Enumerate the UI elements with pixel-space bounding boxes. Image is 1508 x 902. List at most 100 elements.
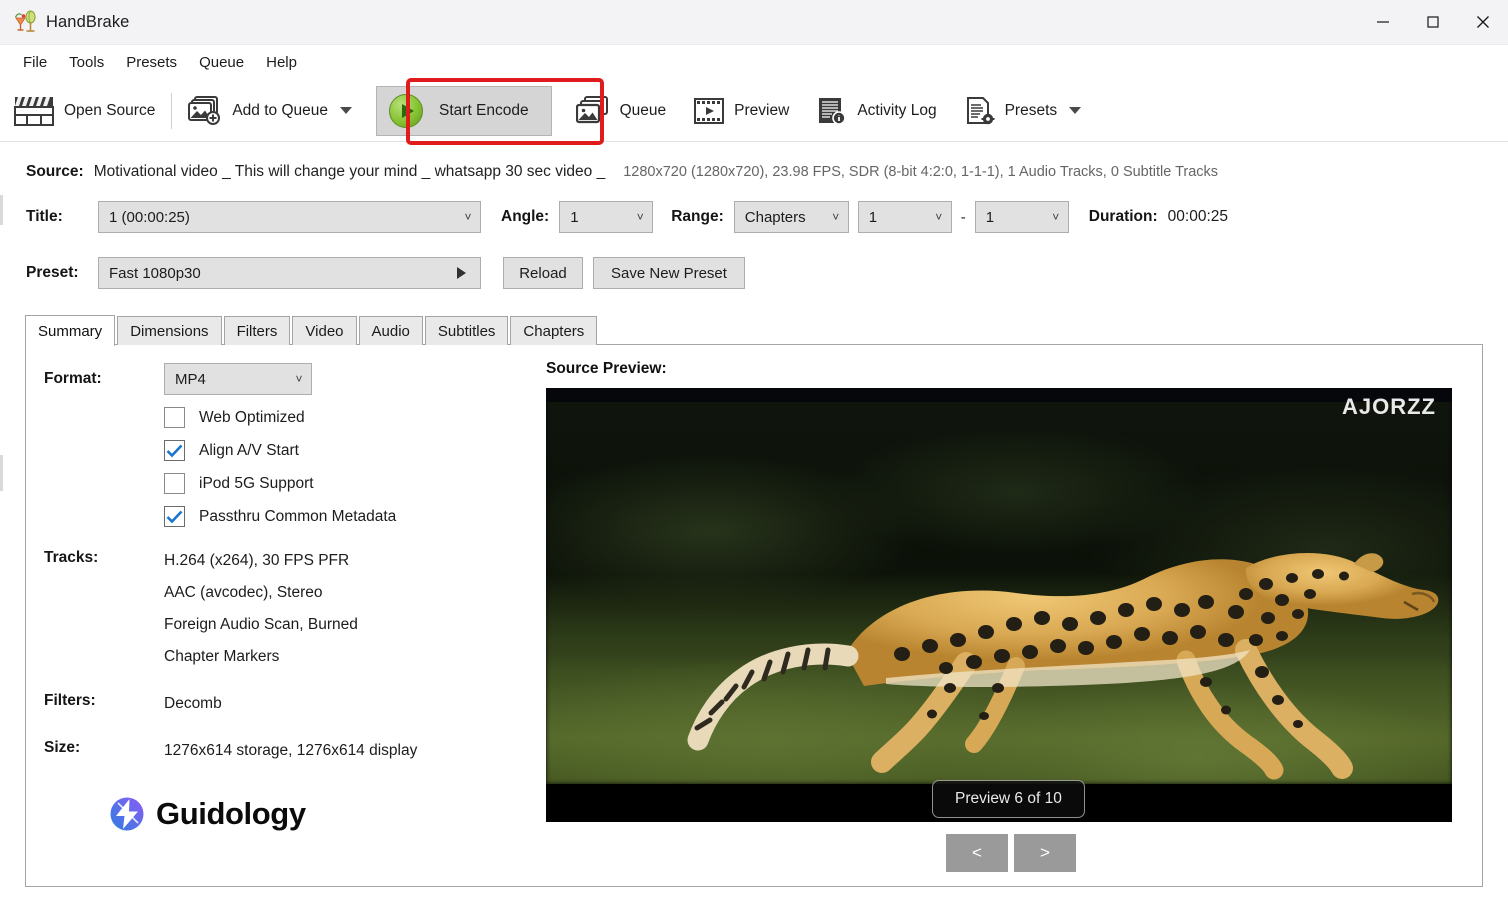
size-block: Size: 1276x614 storage, 1276x614 display (44, 735, 504, 769)
start-encode-button[interactable]: Start Encode (376, 85, 552, 136)
maximize-button[interactable] (1408, 0, 1458, 45)
chevron-down-icon[interactable] (340, 107, 353, 114)
save-new-preset-label: Save New Preset (611, 264, 727, 282)
preview-button[interactable]: Preview (684, 87, 799, 135)
start-encode-label: Start Encode (439, 101, 529, 119)
window-title: HandBrake (46, 12, 130, 31)
size-values: 1276x614 storage, 1276x614 display (164, 735, 417, 767)
minimize-button[interactable] (1358, 0, 1408, 45)
tab-video[interactable]: Video (292, 316, 357, 345)
track-audio: AAC (avcodec), Stereo (164, 584, 323, 601)
web-optimized-checkbox[interactable] (164, 407, 185, 428)
range-start-select[interactable]: 1 ˅ (857, 201, 952, 233)
web-optimized-row[interactable]: Web Optimized (164, 401, 396, 434)
track-video: H.264 (x264), 30 FPS PFR (164, 552, 350, 569)
duration-value: 00:00:25 (1167, 208, 1228, 225)
range-end-select[interactable]: 1 ˅ (974, 201, 1069, 233)
source-preview-image[interactable]: AJORZZ Preview 6 of 10 (546, 388, 1452, 822)
ipod-5g-support-row[interactable]: iPod 5G Support (164, 467, 396, 500)
close-button[interactable] (1458, 0, 1508, 45)
title-select[interactable]: 1 (00:00:25) ˅ (98, 201, 481, 233)
angle-label: Angle: (501, 208, 550, 225)
tab-video-label: Video (305, 322, 344, 340)
activity-log-button[interactable]: Activity Log (807, 87, 946, 135)
range-end-value: 1 (985, 208, 995, 226)
add-image-icon (188, 95, 222, 126)
add-to-queue-button[interactable]: Add to Queue (178, 87, 362, 135)
preset-select[interactable]: Fast 1080p30 (98, 257, 481, 289)
source-filename: Motivational video _ This will change yo… (93, 163, 606, 180)
reload-button[interactable]: Reload (503, 257, 583, 289)
guidology-bolt-icon (108, 795, 146, 833)
tab-summary[interactable]: Summary (25, 315, 116, 346)
size-label: Size: (44, 739, 81, 756)
queue-label: Queue (619, 101, 667, 119)
title-select-value: 1 (00:00:25) (109, 208, 190, 226)
format-select-value: MP4 (175, 370, 206, 388)
angle-select-value: 1 (570, 208, 579, 226)
web-optimized-label: Web Optimized (199, 408, 305, 426)
ipod-5g-support-checkbox[interactable] (164, 473, 185, 494)
presets-button[interactable]: Presets (955, 87, 1092, 135)
menu-item-tools[interactable]: Tools (58, 51, 115, 74)
tab-subtitles-label: Subtitles (437, 322, 496, 340)
tab-filters[interactable]: Filters (223, 316, 291, 345)
preview-prev-label: < (972, 843, 982, 862)
title-bar: HandBrake (0, 0, 1508, 45)
source-metadata: 1280x720 (1280x720), 23.98 FPS, SDR (8-b… (623, 164, 1219, 180)
chevron-down-icon: ˅ (1052, 210, 1060, 224)
passthru-common-metadata-checkbox[interactable] (164, 506, 185, 527)
filmstrip-play-icon (694, 96, 725, 126)
chevron-down-icon: ˅ (636, 210, 644, 224)
preview-prev-button[interactable]: < (946, 834, 1008, 872)
track-subtitle: Foreign Audio Scan, Burned (164, 616, 358, 633)
chevron-down-icon[interactable] (1069, 107, 1082, 114)
open-source-button[interactable]: Open Source (0, 87, 165, 135)
presets-gear-document-icon (965, 96, 995, 126)
align-av-start-label: Align A/V Start (199, 441, 299, 459)
save-new-preset-button[interactable]: Save New Preset (593, 257, 745, 289)
menu-item-file[interactable]: File (12, 51, 58, 74)
preview-counter-badge: Preview 6 of 10 (932, 780, 1085, 818)
tab-filters-label: Filters (236, 322, 278, 340)
add-to-queue-label: Add to Queue (232, 101, 329, 119)
format-row: Format: MP4 ˅ (44, 363, 312, 395)
activity-log-icon (817, 96, 847, 126)
reload-label: Reload (519, 264, 567, 282)
menu-item-presets[interactable]: Presets (115, 51, 188, 74)
filters-values: Decomb (164, 688, 222, 720)
activity-log-label: Activity Log (857, 101, 937, 119)
range-type-select[interactable]: Chapters ˅ (733, 201, 849, 233)
angle-select[interactable]: 1 ˅ (559, 201, 654, 233)
handbrake-window: HandBrake File Tools Presets Queue Help (0, 0, 1508, 902)
queue-button[interactable]: Queue (566, 87, 677, 135)
passthru-common-metadata-row[interactable]: Passthru Common Metadata (164, 500, 396, 533)
tab-subtitles[interactable]: Subtitles (424, 316, 509, 345)
tab-dimensions[interactable]: Dimensions (117, 316, 222, 345)
filters-block: Filters: Decomb (44, 688, 474, 722)
window-controls (1358, 0, 1508, 45)
source-row: Source: Motivational video _ This will c… (0, 155, 1508, 189)
window-edge-marker-2 (0, 455, 3, 491)
preview-next-button[interactable]: > (1014, 834, 1076, 872)
guidology-wordmark: Guidology (156, 796, 306, 831)
align-av-start-checkbox[interactable] (164, 440, 185, 461)
range-label: Range: (671, 208, 724, 225)
tab-audio[interactable]: Audio (358, 316, 423, 345)
preview-letterbox-top (546, 388, 1452, 402)
presets-label: Presets (1004, 101, 1058, 119)
preset-select-value: Fast 1080p30 (109, 264, 201, 282)
clapperboard-icon (14, 96, 54, 126)
queue-images-icon (575, 95, 610, 126)
menu-item-help[interactable]: Help (255, 51, 308, 74)
menu-item-queue[interactable]: Queue (188, 51, 255, 74)
passthru-common-metadata-label: Passthru Common Metadata (199, 507, 397, 525)
tab-chapters-label: Chapters (523, 322, 585, 340)
preset-label: Preset: (26, 264, 79, 281)
format-select[interactable]: MP4 ˅ (164, 363, 312, 395)
duration-label: Duration: (1088, 208, 1158, 225)
preview-next-label: > (1040, 843, 1050, 862)
tab-chapters[interactable]: Chapters (510, 316, 598, 345)
chevron-down-icon: ˅ (935, 210, 943, 224)
align-av-start-row[interactable]: Align A/V Start (164, 434, 396, 467)
